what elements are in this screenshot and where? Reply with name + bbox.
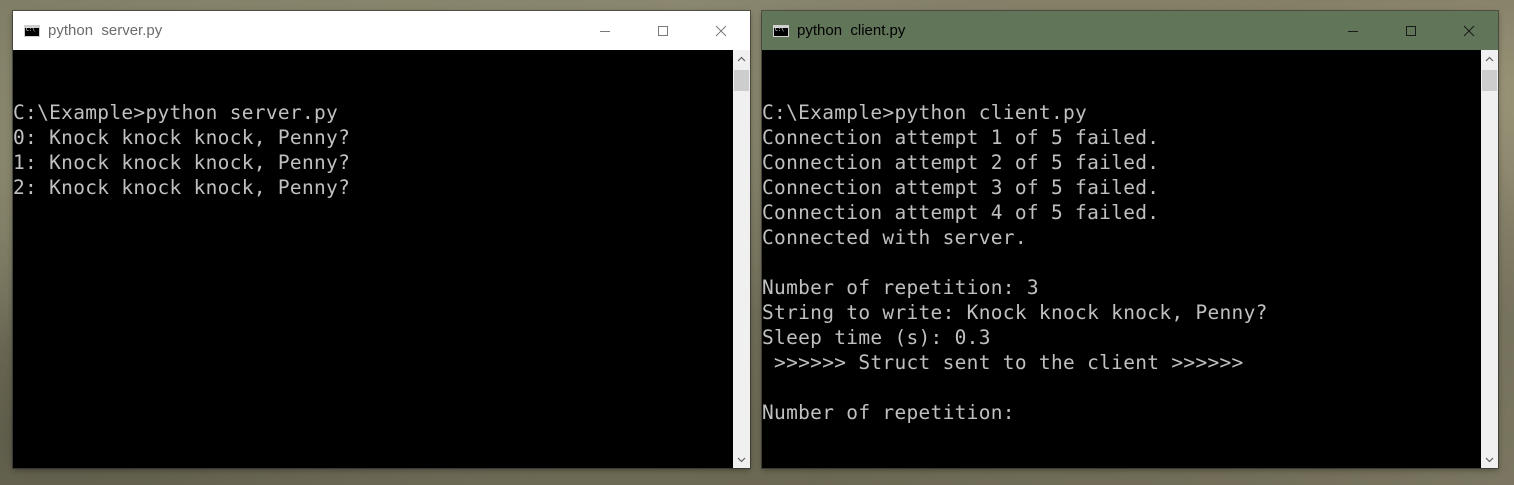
server-minimize-button[interactable] [576, 11, 634, 50]
client-terminal-line: Number of repetition: 3 [762, 276, 1039, 299]
client-scroll-thumb[interactable] [1482, 70, 1497, 91]
server-maximize-button[interactable] [634, 11, 692, 50]
client-scroll-up-button[interactable] [1481, 50, 1498, 67]
client-terminal-line: Number of repetition: [762, 401, 1015, 424]
server-terminal-output[interactable]: C:\Example>python server.py 0: Knock knoc… [13, 50, 733, 468]
client-terminal-lines: C:\Example>python client.py Connection at… [762, 75, 1268, 425]
client-terminal-line: Connection attempt 2 of 5 failed. [762, 151, 1160, 174]
client-terminal-line: C:\Example>python client.py [762, 101, 1088, 124]
client-terminal-line [762, 375, 1268, 400]
server-window-title: python server.py [48, 22, 163, 39]
server-scroll-up-button[interactable] [733, 50, 750, 67]
minimize-icon [600, 30, 610, 32]
console-icon [773, 24, 789, 37]
server-terminal-line: 2: Knock knock knock, Penny? [13, 176, 351, 199]
maximize-icon [1406, 25, 1416, 36]
chevron-down-icon [1485, 457, 1494, 462]
server-terminal-line: C:\Example>python server.py [13, 101, 339, 124]
server-window-titlebar[interactable]: python server.py [13, 11, 750, 50]
client-terminal-line [762, 75, 1268, 100]
server-terminal-line: 0: Knock knock knock, Penny? [13, 126, 351, 149]
minimize-icon [1348, 30, 1358, 32]
client-terminal-line: Connection attempt 1 of 5 failed. [762, 126, 1160, 149]
client-vertical-scrollbar[interactable] [1481, 50, 1498, 468]
console-icon [24, 24, 40, 37]
server-console-window[interactable]: python server.py C:\Example>python serve… [13, 11, 750, 468]
client-terminal-line: String to write: Knock knock knock, Penn… [762, 301, 1268, 324]
client-terminal-line: Connection attempt 4 of 5 failed. [762, 201, 1160, 224]
client-terminal-line: >>>>>> Struct sent to the client >>>>>> [762, 351, 1244, 374]
server-scroll-thumb[interactable] [734, 70, 749, 91]
client-terminal-output[interactable]: C:\Example>python client.py Connection at… [762, 50, 1481, 468]
chevron-down-icon [737, 457, 746, 462]
client-terminal-line: Connection attempt 3 of 5 failed. [762, 176, 1160, 199]
server-terminal-line [13, 75, 350, 100]
server-terminal-lines: C:\Example>python server.py 0: Knock knoc… [13, 75, 350, 200]
close-icon [1463, 25, 1475, 36]
client-window-controls [1324, 11, 1498, 50]
server-window-controls [576, 11, 750, 50]
client-close-button[interactable] [1440, 11, 1498, 50]
client-minimize-button[interactable] [1324, 11, 1382, 50]
client-window-titlebar[interactable]: python client.py [762, 11, 1498, 50]
maximize-icon [658, 25, 668, 36]
close-icon [715, 25, 727, 36]
server-scroll-down-button[interactable] [733, 451, 750, 468]
client-terminal-line: Connected with server. [762, 226, 1027, 249]
client-scroll-down-button[interactable] [1481, 451, 1498, 468]
chevron-up-icon [1485, 56, 1494, 61]
chevron-up-icon [737, 56, 746, 61]
server-close-button[interactable] [692, 11, 750, 50]
server-vertical-scrollbar[interactable] [733, 50, 750, 468]
client-window-title: python client.py [797, 22, 906, 39]
client-console-window[interactable]: python client.py C:\Example>python clien… [762, 11, 1498, 468]
client-terminal-line [762, 250, 1268, 275]
client-terminal-line: Sleep time (s): 0.3 [762, 326, 991, 349]
server-terminal-line: 1: Knock knock knock, Penny? [13, 151, 351, 174]
client-maximize-button[interactable] [1382, 11, 1440, 50]
